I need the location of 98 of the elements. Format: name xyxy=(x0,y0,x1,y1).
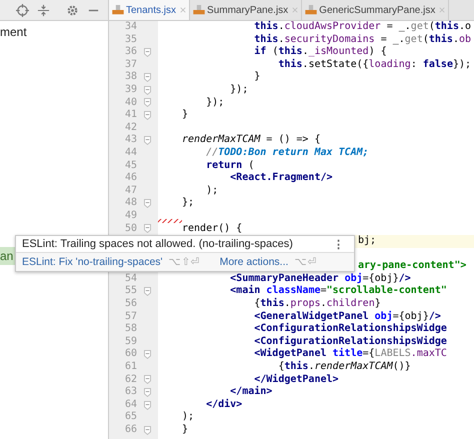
line-number: 35 xyxy=(124,34,137,45)
code-line: render() { xyxy=(181,222,242,236)
code-line: ary-pane-content"> xyxy=(358,260,466,272)
close-icon[interactable] xyxy=(180,7,186,13)
lint-message: ESLint: Trailing spaces not allowed. (no-trailing-spaces) xyxy=(22,238,293,250)
code-line: {this.renderMaxTCAM()} xyxy=(277,361,411,374)
more-actions-link[interactable]: More actions... xyxy=(220,256,288,268)
line-number: 47 xyxy=(124,184,137,196)
crosshair-icon[interactable] xyxy=(16,4,29,16)
code-line: return ( xyxy=(205,160,254,172)
close-icon[interactable] xyxy=(292,7,298,13)
fold-marker-icon[interactable] xyxy=(144,400,151,410)
code-line: ); xyxy=(181,411,194,424)
fold-marker-icon[interactable] xyxy=(144,426,151,435)
error-squiggle xyxy=(158,218,182,222)
jsx-file-icon xyxy=(305,5,318,15)
line-number: 66 xyxy=(124,424,137,435)
close-icon[interactable] xyxy=(439,7,446,13)
code-line: {this.props.children} xyxy=(253,298,381,310)
line-number: 43 xyxy=(124,134,137,146)
code-line: } xyxy=(253,71,260,84)
line-number: 60 xyxy=(124,348,137,360)
code-line: renderMaxTCAM = () => { xyxy=(181,134,320,147)
line-number: 64 xyxy=(124,398,137,410)
fix-link[interactable]: ESLint: Fix 'no-trailing-spaces' xyxy=(22,256,163,268)
line-number: 63 xyxy=(124,386,137,398)
code-line: </main> xyxy=(229,386,272,398)
fold-marker-icon[interactable] xyxy=(144,98,151,108)
tab-label: SummaryPane.jsx xyxy=(207,4,288,16)
shortcut-hint: ⌥⏎ xyxy=(294,255,316,268)
fold-marker-icon[interactable] xyxy=(144,388,151,398)
fold-marker-icon[interactable] xyxy=(144,199,151,208)
line-number: 65 xyxy=(124,411,137,422)
code-line: }; xyxy=(181,197,194,210)
line-number: 39 xyxy=(124,84,137,95)
code-line: } xyxy=(181,109,188,122)
jsx-file-icon xyxy=(193,5,206,15)
line-number: 61 xyxy=(124,361,137,372)
line-number: 62 xyxy=(124,374,137,385)
line-number: 44 xyxy=(124,146,137,158)
code-line: bj; xyxy=(358,235,376,248)
code-line: <main className="scrollable-content" xyxy=(229,285,447,298)
fold-marker-icon[interactable] xyxy=(144,375,151,384)
fold-marker-icon[interactable] xyxy=(144,350,151,360)
tab-label: GenericSummaryPane.jsx xyxy=(319,4,436,16)
collapse-icon[interactable] xyxy=(37,4,50,16)
tab-label: Tenants.jsx xyxy=(126,4,176,16)
settings-icon[interactable] xyxy=(66,4,79,16)
code-line: </WidgetPanel> xyxy=(253,374,339,386)
shortcut-hint: ⌥⇧⏎ xyxy=(168,255,200,268)
code-line: }); xyxy=(205,96,224,110)
line-number: 49 xyxy=(124,210,137,221)
line-number: 40 xyxy=(124,96,137,108)
line-number: 54 xyxy=(124,272,137,284)
line-number: 55 xyxy=(124,285,137,296)
code-line: }); xyxy=(229,84,248,97)
code-line: <ConfigurationRelationshipsWidge xyxy=(253,323,447,336)
code-line: ); xyxy=(205,184,218,198)
line-number: 42 xyxy=(124,122,137,133)
fold-marker-icon[interactable] xyxy=(144,86,151,95)
code-line: this.securityDomains = _.get(this.ob xyxy=(253,34,472,46)
line-number: 46 xyxy=(124,172,137,184)
fold-marker-icon[interactable] xyxy=(144,110,151,120)
code-line: this.setState({loading: false}); xyxy=(277,58,472,72)
fold-marker-icon[interactable] xyxy=(144,136,151,146)
code-line: this.cloudAwsProvider = _.get(this.o xyxy=(253,21,472,34)
file-tab[interactable]: GenericSummaryPane.jsx xyxy=(302,0,450,20)
code-line: <GeneralWidgetPanel obj={obj}/> xyxy=(253,310,441,322)
line-number: 34 xyxy=(124,21,137,32)
line-number: 58 xyxy=(124,323,137,334)
code-line: <ConfigurationRelationshipsWidge xyxy=(253,336,447,348)
jsx-file-icon xyxy=(112,5,124,15)
code-line: } xyxy=(181,424,188,437)
line-number: 41 xyxy=(124,109,137,120)
code-line: <WidgetPanel title={LABELS.maxTC xyxy=(253,348,447,360)
line-number: 38 xyxy=(124,71,137,82)
fold-marker-icon[interactable] xyxy=(144,287,151,296)
more-menu[interactable]: ⋮ xyxy=(329,238,348,250)
line-number: 37 xyxy=(124,58,137,70)
fold-marker-icon[interactable] xyxy=(144,48,151,57)
fold-marker-icon[interactable] xyxy=(144,224,151,234)
tree-item[interactable]: an xyxy=(0,247,15,265)
code-line: //TODO:Bon return Max TCAM; xyxy=(205,146,369,160)
fold-marker-icon[interactable] xyxy=(144,73,151,82)
line-number: 59 xyxy=(124,336,137,347)
line-number: 45 xyxy=(124,160,137,171)
line-number: 56 xyxy=(124,298,137,310)
file-tab[interactable]: SummaryPane.jsx xyxy=(190,0,302,20)
line-number: 57 xyxy=(124,310,137,322)
tree-item[interactable]: ment xyxy=(0,23,108,41)
code-line: <React.Fragment/> xyxy=(229,172,333,185)
line-number: 36 xyxy=(124,46,137,58)
line-number: 50 xyxy=(124,222,137,234)
line-number: 48 xyxy=(124,197,137,208)
code-line: <SummaryPaneHeader obj={obj}/> xyxy=(229,272,411,284)
code-line: </div> xyxy=(205,398,242,412)
file-tab[interactable]: Tenants.jsx xyxy=(109,0,190,20)
code-line: if (this._isMounted) { xyxy=(253,46,387,58)
